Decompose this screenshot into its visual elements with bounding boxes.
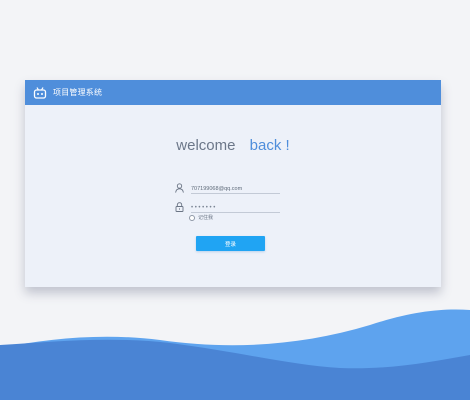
username-input[interactable]: 707199068@qq.com [191,181,280,194]
robot-logo-icon [33,86,47,99]
lock-icon [175,201,184,212]
header-bar: 项目管理系统 [25,80,441,105]
app-title: 项目管理系统 [53,88,103,97]
login-button[interactable]: 登录 [196,236,265,251]
username-row: 707199068@qq.com [175,181,280,194]
password-input[interactable]: ••••••• [191,200,280,213]
welcome-heading: welcome back ! [25,137,441,154]
welcome-word: welcome [176,137,236,154]
back-word: back ! [249,137,290,154]
password-row: ••••••• [175,200,280,213]
remember-checkbox[interactable] [189,214,195,221]
remember-label: 记住我 [198,215,214,221]
remember-me[interactable]: 记住我 [189,214,213,221]
login-card: 项目管理系统 welcome back ! 707199068@qq.com •… [25,80,441,287]
user-icon [175,182,184,193]
